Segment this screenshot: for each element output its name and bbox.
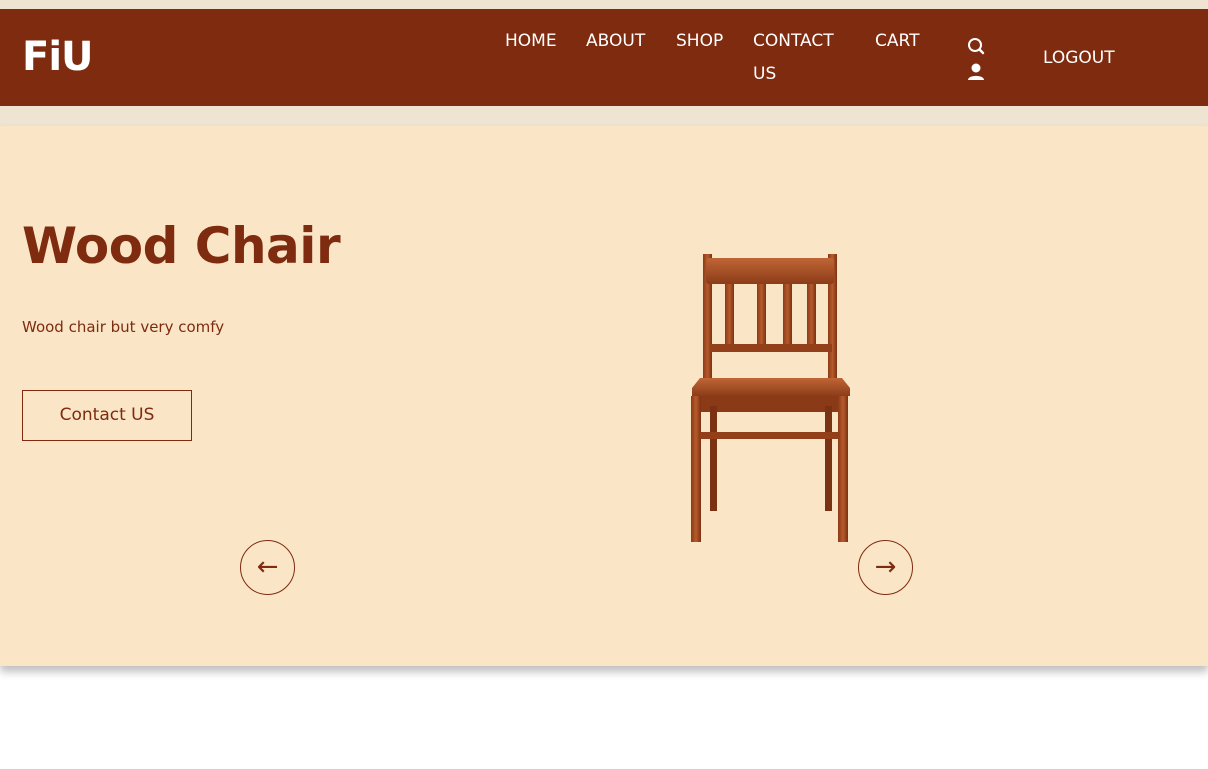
prev-slide-button[interactable]: ← (240, 540, 295, 595)
next-slide-button[interactable]: → (858, 540, 913, 595)
hero-slider: Wood Chair Wood chair but very comfy Con… (0, 126, 1208, 666)
navbar: FiU HOME ABOUT SHOP CONTACT US CART LOGO… (0, 9, 1208, 106)
nav-contact-us[interactable]: CONTACT US (753, 25, 853, 91)
wood-chair-image (680, 246, 862, 546)
nav-spacer (0, 106, 1208, 126)
nav-cart[interactable]: CART (875, 25, 919, 58)
hero-description: Wood chair but very comfy (22, 318, 225, 336)
site-logo[interactable]: FiU (22, 35, 94, 79)
nav-shop[interactable]: SHOP (676, 25, 723, 58)
logout-link[interactable]: LOGOUT (1043, 42, 1115, 75)
top-strip (0, 0, 1208, 9)
user-icon[interactable] (966, 62, 986, 82)
nav-about[interactable]: ABOUT (586, 25, 645, 58)
contact-us-button[interactable]: Contact US (22, 390, 192, 441)
search-icon[interactable] (966, 36, 986, 56)
nav-home[interactable]: HOME (505, 25, 557, 58)
hero-title: Wood Chair (22, 217, 341, 275)
